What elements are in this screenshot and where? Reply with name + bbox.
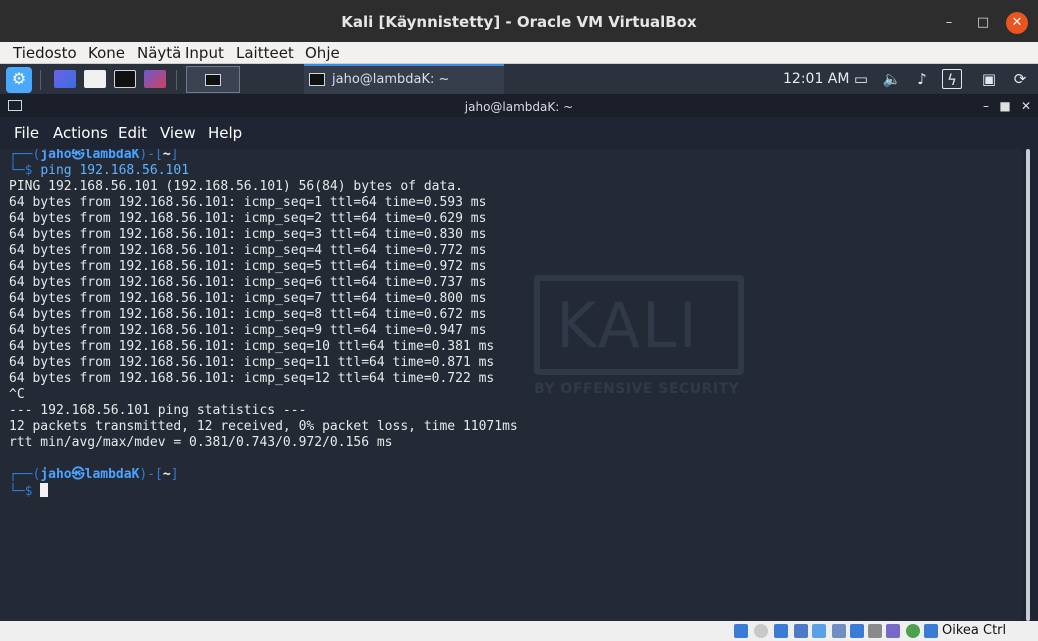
- output-line: 64 bytes from 192.168.56.101: icmp_seq=5…: [9, 259, 487, 274]
- output-line: PING 192.168.56.101 (192.168.56.101) 56(…: [9, 179, 463, 194]
- terminal-window: jaho@lambdaK: ~ – ■ ✕ File Actions Edit …: [0, 95, 1038, 621]
- menu-input[interactable]: Input: [185, 44, 224, 62]
- prompt-user: jaho㉿lambdaK: [40, 149, 140, 162]
- minimize-button[interactable]: –: [938, 12, 960, 34]
- output-line: 64 bytes from 192.168.56.101: icmp_seq=6…: [9, 275, 487, 290]
- panel-separator: [176, 70, 177, 90]
- guest-display: ⚙ jaho@lambdaK: ~ 12:01 AM ▭ 🔈 ♪ ϟ ▣ ⟳ j…: [0, 64, 1038, 621]
- menu-ohje[interactable]: Ohje: [305, 44, 340, 62]
- terminal-launcher-icon[interactable]: [114, 70, 136, 88]
- output-line: 64 bytes from 192.168.56.101: icmp_seq=1…: [9, 195, 487, 210]
- kali-watermark-logo: KALI BY OFFENSIVE SECURITY: [534, 275, 744, 415]
- host-key-icon[interactable]: [924, 624, 938, 638]
- watermark-text: KALI: [556, 289, 699, 362]
- vbox-statusbar: Oikea Ctrl: [0, 621, 1038, 641]
- notification-bell-icon[interactable]: ♪: [912, 69, 932, 89]
- terminal-title: jaho@lambdaK: ~: [464, 100, 574, 114]
- output-line: --- 192.168.56.101 ping statistics ---: [9, 403, 307, 418]
- network-icon[interactable]: [794, 624, 808, 638]
- terminal-menu-actions[interactable]: Actions: [53, 124, 108, 142]
- optical-drive-icon[interactable]: [754, 624, 768, 638]
- output-line: 64 bytes from 192.168.56.101: icmp_seq=2…: [9, 211, 487, 226]
- prompt-line: ┌──(jaho㉿lambdaK)-[~]: [9, 149, 179, 162]
- terminal-window-thumb-icon: [205, 74, 221, 86]
- terminal-maximize-button[interactable]: ■: [997, 98, 1013, 114]
- audio-icon[interactable]: [774, 624, 788, 638]
- output-line: 64 bytes from 192.168.56.101: icmp_seq=3…: [9, 227, 487, 242]
- cpu-icon[interactable]: [886, 624, 900, 638]
- file-manager-icon[interactable]: [84, 70, 106, 88]
- output-line: 64 bytes from 192.168.56.101: icmp_seq=7…: [9, 291, 487, 306]
- output-line: 64 bytes from 192.168.56.101: icmp_seq=8…: [9, 307, 487, 322]
- volume-icon[interactable]: 🔈: [882, 69, 902, 89]
- taskbar-terminal-button[interactable]: jaho@lambdaK: ~: [304, 64, 504, 94]
- vbox-menubar: Tiedosto Kone Näytä Input Laitteet Ohje: [0, 42, 1038, 64]
- prompt-dir: ~: [162, 149, 171, 162]
- recording-icon[interactable]: [868, 624, 882, 638]
- scrollbar-thumb[interactable]: [1026, 149, 1030, 621]
- screen-recorder-icon[interactable]: [144, 70, 166, 88]
- window-titlebar: Kali [Käynnistetty] - Oracle VM VirtualB…: [0, 0, 1038, 42]
- hard-disk-icon[interactable]: [734, 624, 748, 638]
- text-cursor: [40, 483, 49, 497]
- terminal-minimize-button[interactable]: –: [978, 98, 994, 114]
- terminal-close-button[interactable]: ✕: [1018, 98, 1034, 114]
- output-line: 64 bytes from 192.168.56.101: icmp_seq=1…: [9, 371, 495, 386]
- battery-charging-icon[interactable]: ϟ: [942, 69, 962, 89]
- lock-icon[interactable]: ▣: [979, 69, 999, 89]
- workspace-app-icon[interactable]: [54, 70, 76, 88]
- shared-folders-icon[interactable]: [832, 624, 846, 638]
- workspace-switcher[interactable]: [186, 66, 240, 93]
- prompt-dir: ~: [162, 467, 171, 482]
- terminal-menubar: File Actions Edit View Help: [0, 117, 1038, 147]
- terminal-icon: [309, 73, 325, 86]
- prompt-user: jaho㉿lambdaK: [40, 467, 140, 482]
- prompt-line: ┌──(jaho㉿lambdaK)-[~]: [9, 467, 179, 482]
- command-line: └─$ ping 192.168.56.101: [9, 163, 190, 178]
- logout-icon[interactable]: ⟳: [1010, 69, 1030, 89]
- maximize-button[interactable]: □: [972, 12, 994, 34]
- output-line: rtt min/avg/max/mdev = 0.381/0.743/0.972…: [9, 435, 393, 450]
- menu-tiedosto[interactable]: Tiedosto: [13, 44, 77, 62]
- close-button[interactable]: ✕: [1006, 12, 1028, 34]
- output-line: 64 bytes from 192.168.56.101: icmp_seq=1…: [9, 355, 495, 370]
- panel-separator: [40, 70, 41, 90]
- output-line: 64 bytes from 192.168.56.101: icmp_seq=4…: [9, 243, 487, 258]
- guest-additions-icon[interactable]: [906, 624, 920, 638]
- display-icon[interactable]: [850, 624, 864, 638]
- kali-menu-icon[interactable]: ⚙: [6, 67, 32, 93]
- terminal-menu-view[interactable]: View: [160, 124, 196, 142]
- host-key-label: Oikea Ctrl: [942, 623, 1007, 638]
- kali-panel: ⚙ jaho@lambdaK: ~ 12:01 AM ▭ 🔈 ♪ ϟ ▣ ⟳: [0, 64, 1038, 95]
- command-line: └─$: [9, 483, 49, 499]
- usb-icon[interactable]: [812, 624, 826, 638]
- command-text: ping 192.168.56.101: [40, 163, 190, 178]
- display-icon[interactable]: ▭: [851, 69, 871, 89]
- panel-clock[interactable]: 12:01 AM: [783, 71, 849, 87]
- terminal-menu-help[interactable]: Help: [208, 124, 242, 142]
- terminal-menu-edit[interactable]: Edit: [118, 124, 147, 142]
- terminal-scrollbar[interactable]: [1022, 149, 1038, 621]
- output-line: 64 bytes from 192.168.56.101: icmp_seq=9…: [9, 323, 487, 338]
- menu-laitteet[interactable]: Laitteet: [236, 44, 294, 62]
- window-title: Kali [Käynnistetty] - Oracle VM VirtualB…: [341, 13, 697, 31]
- watermark-subtitle: BY OFFENSIVE SECURITY: [534, 381, 740, 397]
- terminal-titlebar: jaho@lambdaK: ~ – ■ ✕: [0, 95, 1038, 117]
- menu-nayta[interactable]: Näytä: [137, 44, 181, 62]
- taskbar-label: jaho@lambdaK: ~: [332, 72, 450, 87]
- output-line: 12 packets transmitted, 12 received, 0% …: [9, 419, 518, 434]
- output-line: ^C: [9, 387, 25, 402]
- menu-kone[interactable]: Kone: [88, 44, 125, 62]
- terminal-output[interactable]: KALI BY OFFENSIVE SECURITY ┌──(jaho㉿lamb…: [0, 149, 1022, 621]
- output-line: 64 bytes from 192.168.56.101: icmp_seq=1…: [9, 339, 495, 354]
- terminal-menu-file[interactable]: File: [14, 124, 39, 142]
